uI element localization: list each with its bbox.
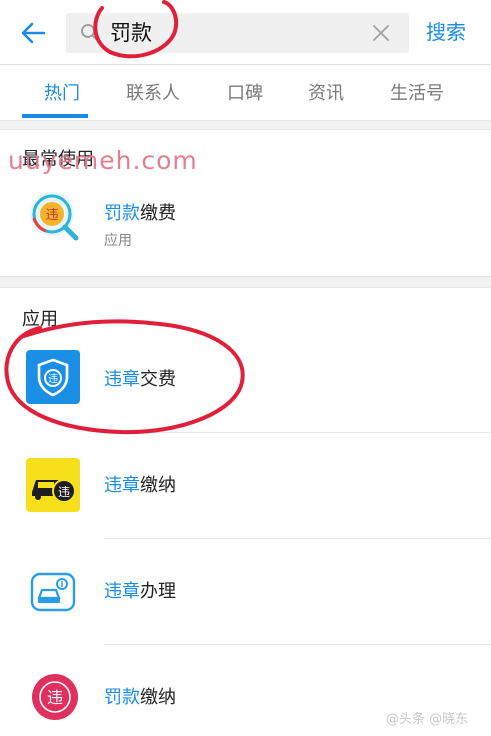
list-item-title: 违章交费 (104, 368, 176, 392)
search-icon (81, 24, 99, 42)
title-highlight: 罚款 (104, 687, 140, 708)
search-value: 罚款 (110, 21, 152, 45)
car-violation-icon: 违 (26, 458, 80, 512)
svg-text:违: 违 (48, 373, 58, 385)
tab-life-account[interactable]: 生活号 (390, 82, 444, 106)
tab-news[interactable]: 资讯 (308, 82, 344, 106)
title-rest: 办理 (140, 581, 176, 602)
list-item-title: 罚款缴费 (104, 202, 176, 226)
list-item-title: 违章办理 (104, 580, 176, 604)
tab-koubei[interactable]: 口碑 (227, 82, 263, 106)
svg-text:违: 违 (45, 208, 58, 223)
watermark-text: uuyemeh.com (8, 146, 198, 175)
title-rest: 缴纳 (140, 687, 176, 708)
list-item-title: 罚款缴纳 (104, 686, 176, 710)
divider (104, 644, 491, 645)
section-gap (0, 276, 491, 288)
tab-hot[interactable]: 热门 (44, 82, 80, 106)
title-highlight: 罚款 (104, 203, 140, 224)
top-bar: 罚款 搜索 (0, 0, 491, 64)
search-button[interactable]: 搜索 (426, 18, 466, 46)
svg-text:违: 违 (47, 688, 63, 707)
svg-text:违: 违 (58, 485, 70, 499)
title-rest: 交费 (140, 369, 176, 390)
back-arrow-icon[interactable] (18, 18, 48, 48)
corner-watermark: @头条 @晓东 (386, 712, 469, 727)
title-highlight: 违章 (104, 581, 140, 602)
list-item-title: 违章缴纳 (104, 474, 176, 498)
title-rest: 缴费 (140, 203, 176, 224)
title-highlight: 违章 (104, 475, 140, 496)
fine-payment-icon: 违 (30, 192, 79, 241)
car-settlement-icon (26, 564, 80, 618)
clear-icon[interactable] (371, 23, 391, 43)
tab-contacts[interactable]: 联系人 (126, 82, 180, 106)
active-tab-indicator (22, 114, 88, 118)
list-item-subtitle: 应用 (104, 233, 132, 249)
title-highlight: 违章 (104, 369, 140, 390)
title-rest: 缴纳 (140, 475, 176, 496)
search-input[interactable]: 罚款 (66, 13, 409, 53)
shield-violation-icon: 违 (26, 350, 80, 404)
section-title-apps: 应用 (22, 309, 58, 330)
tab-bar: 热门 联系人 口碑 资讯 生活号 (0, 64, 491, 120)
section-gap (0, 120, 491, 130)
divider (104, 538, 491, 539)
divider (104, 432, 491, 433)
red-violation-icon: 违 (32, 674, 78, 720)
